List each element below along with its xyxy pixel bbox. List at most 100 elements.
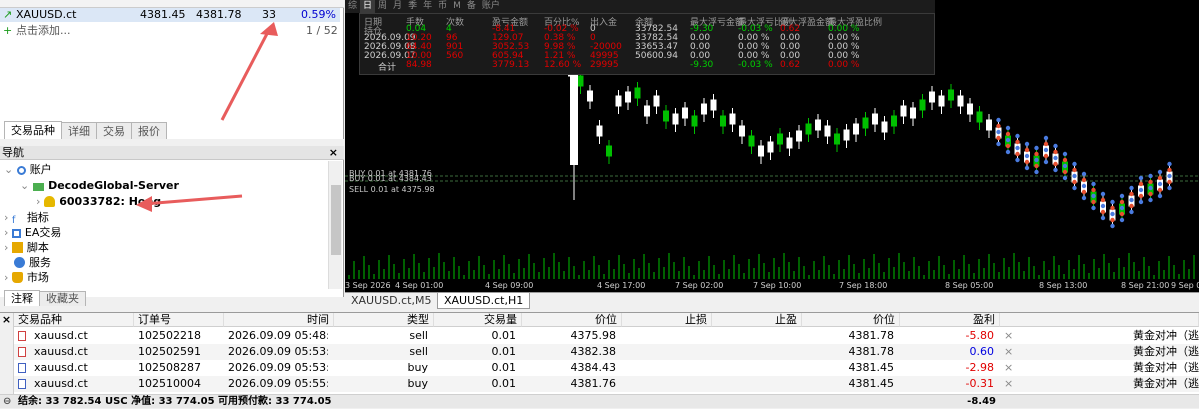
candle-body <box>872 113 878 125</box>
change-cell: 0.59% <box>301 8 336 21</box>
navigator-scrollbar[interactable] <box>328 161 342 289</box>
chart-toolbar-item[interactable]: 账户 <box>479 0 503 13</box>
cell-time: 2026.09.09 05:53:34 <box>228 345 328 358</box>
trade-marker <box>1119 205 1125 211</box>
trade-marker <box>1129 203 1134 209</box>
cell-open: 4375.98 <box>570 329 617 342</box>
tree-services[interactable]: 服务 <box>0 255 328 271</box>
cell-symbol: xauusd.ct <box>34 361 88 374</box>
chart-toolbar-item[interactable]: 周 <box>375 0 390 13</box>
trade-marker <box>1157 175 1163 181</box>
candle-body <box>663 110 669 122</box>
close-position-icon[interactable]: × <box>1004 328 1014 344</box>
table-row[interactable]: xauusd.ct 102502218 2026.09.09 05:48:10 sel… <box>14 328 1199 344</box>
candle-body <box>739 125 745 137</box>
candle-body <box>881 121 888 133</box>
trade-marker <box>1053 143 1058 149</box>
time-axis-label: 4 Sep 09:00 <box>485 281 534 290</box>
chart-tab-h1[interactable]: XAUUSD.ct,H1 <box>437 293 531 309</box>
cell-comment: 黄金对冲（逃 <box>1133 377 1199 390</box>
scrollbar-thumb[interactable] <box>331 185 341 255</box>
cell-type: buy <box>407 377 428 390</box>
candle-body <box>986 119 992 131</box>
cell-tp <box>716 360 796 376</box>
trade-marker <box>1072 161 1077 167</box>
tab-ticks[interactable]: 报价 <box>131 122 167 140</box>
candle-body <box>720 115 726 127</box>
column-header[interactable]: 止盈 <box>712 313 802 327</box>
close-icon[interactable]: × <box>329 146 338 160</box>
cell-sl <box>626 376 706 392</box>
trade-marker <box>996 129 1001 135</box>
cell-comment: 黄金对冲（逃 <box>1133 361 1199 374</box>
close-icon[interactable]: × <box>0 313 13 327</box>
candle-body <box>824 125 831 137</box>
chart-toolbar-item[interactable]: 年 <box>420 0 435 13</box>
tree-scripts[interactable]: › 脚本 <box>0 240 328 256</box>
column-header[interactable]: 价位 <box>802 313 900 327</box>
tab-comments[interactable]: 注释 <box>4 290 40 306</box>
candle-body <box>606 145 612 157</box>
column-header[interactable]: 价位 <box>522 313 622 327</box>
tree-experts[interactable]: › EA交易 <box>0 225 328 241</box>
time-axis-label: 4 Sep 01:00 <box>395 281 444 290</box>
trade-marker <box>1091 193 1096 199</box>
trade-marker <box>1148 191 1153 197</box>
cell-open: 4381.76 <box>570 377 617 390</box>
table-row[interactable]: xauusd.ct 102502591 2026.09.09 05:53:34 sel… <box>14 344 1199 360</box>
stats-cell: -0.03 % <box>738 60 773 70</box>
chart-toolbar-item[interactable]: 备 <box>464 0 479 13</box>
candle-body <box>701 103 707 115</box>
chart-tab-m5[interactable]: XAUUSD.ct,M5 <box>345 293 437 309</box>
tab-favorites[interactable]: 收藏夹 <box>39 291 86 306</box>
trade-marker <box>1062 151 1068 157</box>
candle-body <box>957 95 964 107</box>
script-icon <box>11 242 23 253</box>
trade-marker <box>996 117 1001 123</box>
column-header[interactable]: 交易量 <box>434 313 522 327</box>
close-position-icon[interactable]: × <box>1004 344 1014 360</box>
table-row[interactable]: xauusd.ct 102510004 2026.09.09 05:55:32 buy… <box>14 376 1199 392</box>
tab-symbols[interactable]: 交易品种 <box>4 121 62 140</box>
chart-toolbar-item[interactable]: 综 <box>345 0 360 13</box>
column-header[interactable]: 时间 <box>224 313 334 327</box>
trade-marker <box>1024 159 1030 165</box>
tree-label: 市场 <box>26 271 49 284</box>
cell-comment: 黄金对冲（逃 <box>1133 329 1199 342</box>
chart-toolbar-item[interactable]: 季 <box>405 0 420 13</box>
column-header[interactable]: 交易品种 <box>14 313 134 327</box>
tree-indicators[interactable]: › f 指标 <box>0 210 328 226</box>
trade-marker <box>1081 189 1087 195</box>
trade-label-stack: BUY 0.01 at 4381.76 BUY 0.01 at 4384.43 … <box>349 169 435 194</box>
close-position-icon[interactable]: × <box>1004 376 1014 392</box>
price-chart[interactable]: 综日周月季年币 M 备账户 日期 手数 次数 盈亏金额 百分比% 出入金 余额 最大浮亏金额 最大浮… <box>345 0 1199 292</box>
trade-marker <box>1148 197 1153 203</box>
chart-toolbar-item[interactable]: 币 <box>435 0 450 13</box>
trade-marker <box>996 123 1001 129</box>
tree-accounts[interactable]: ⌄ 账户 <box>0 162 328 178</box>
trade-marker <box>1148 179 1153 185</box>
table-row[interactable]: xauusd.ct 102508287 2026.09.09 05:53:27 buy… <box>14 360 1199 376</box>
candle-body <box>672 113 679 125</box>
chart-toolbar-item[interactable]: 月 <box>390 0 405 13</box>
stats-cell: 12.60 % <box>544 60 582 70</box>
column-header[interactable]: 盈利 <box>900 313 1000 327</box>
trade-marker <box>1129 191 1134 197</box>
trade-marker <box>1024 165 1030 171</box>
trade-marker <box>1100 203 1106 209</box>
candle-body <box>691 115 698 127</box>
chart-toolbar-item[interactable]: M <box>450 0 464 13</box>
trade-marker <box>1072 167 1077 173</box>
trade-marker <box>1053 149 1058 155</box>
column-header[interactable]: 订单号 <box>134 313 224 327</box>
candle-body <box>653 95 660 107</box>
tree-market[interactable]: › 市场 <box>0 270 328 286</box>
tab-details[interactable]: 详细 <box>61 122 97 140</box>
column-header[interactable]: 类型 <box>334 313 434 327</box>
tab-trading[interactable]: 交易 <box>96 122 132 140</box>
trade-marker <box>1167 185 1172 191</box>
close-position-icon[interactable]: × <box>1004 360 1014 376</box>
chart-toolbar-item[interactable]: 日 <box>360 0 376 13</box>
trade-marker <box>1015 145 1020 151</box>
column-header[interactable]: 止损 <box>622 313 712 327</box>
